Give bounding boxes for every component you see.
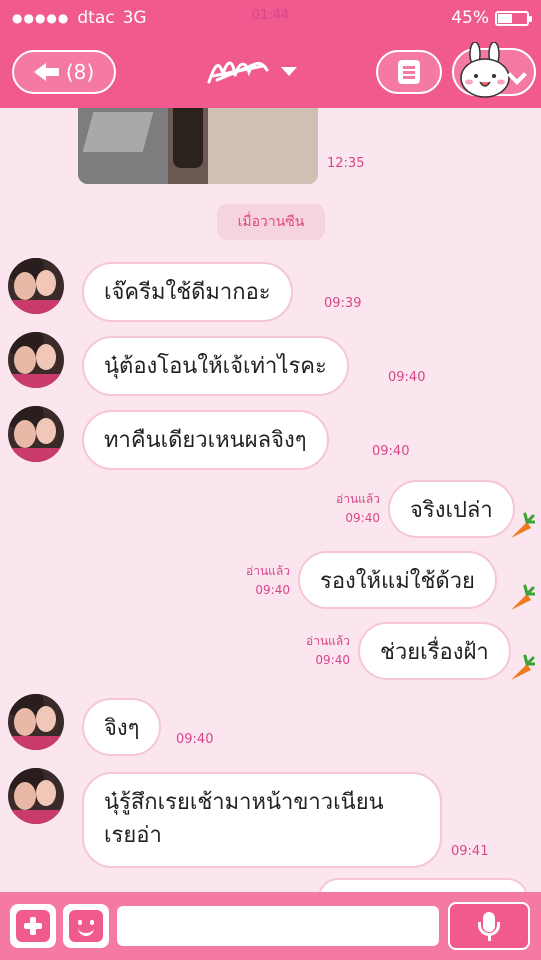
message-bubble[interactable]: ช่วยเรื่องฝ้า [358,622,511,680]
photo-message[interactable] [78,108,318,184]
message-bubble[interactable]: รองให้แม่ใช้ด้วย [298,551,497,609]
read-receipt: อ่านแล้ว 09:40 [288,632,350,670]
status-bar: ●●●●● dtac 3G 01:44 45% [0,0,541,36]
message-time: 09:41 [451,844,489,859]
menu-icon [398,60,420,84]
message-list[interactable]: 12:35 เมื่อวานซืน เจ๊ครีมใช้ดีมากอะ 09:3… [0,108,541,892]
avatar[interactable] [8,332,64,388]
unread-count: (8) [65,60,95,84]
message-time: 09:40 [372,444,410,459]
message-bubble[interactable]: ทาคืนเดียวเหนผลจิงๆ [82,410,329,470]
date-separator: เมื่อวานซืน [217,204,325,240]
battery-icon [495,10,532,26]
message-bubble[interactable]: จิงๆ [82,698,162,756]
avatar[interactable] [8,768,64,824]
message-time: 09:40 [255,583,290,598]
back-arrow-icon [33,62,60,82]
plus-icon [16,910,50,942]
chat-header: (8) [0,36,541,108]
read-label: อ่านแล้ว [246,564,290,578]
message-line: เรยอ่า [104,823,162,848]
input-bar [0,892,541,960]
scribbled-name [207,61,269,84]
contact-name-dropdown[interactable] [205,52,305,90]
carrot-icon [511,584,535,610]
battery-percent: 45% [451,8,489,28]
message-bubble[interactable]: นุ๋รู้สึกเรยเช้ามาหน้าขาวเนียน เรยอ่า [82,772,442,868]
read-label: อ่านแล้ว [306,634,350,648]
avatar[interactable] [8,694,64,750]
message-bubble-partial[interactable] [318,878,528,892]
read-receipt: อ่านแล้ว 09:40 [228,562,290,600]
message-time: 09:40 [315,653,350,668]
message-bubble[interactable]: เจ๊ครีมใช้ดีมากอะ [82,262,293,322]
read-receipt: อ่านแล้ว 09:40 [318,490,380,528]
read-label: อ่านแล้ว [336,492,380,506]
voice-button[interactable] [448,902,530,950]
avatar[interactable] [8,258,64,314]
message-time: 09:40 [345,511,380,526]
message-bubble[interactable]: จริงเปล่า [388,480,515,538]
message-time: 09:39 [324,296,362,311]
carrot-icon [511,654,535,680]
message-line: นุ๋รู้สึกเรยเช้ามาหน้าขาวเนียน [104,790,384,815]
add-button[interactable] [10,904,56,948]
sticker-picker-button[interactable] [63,904,109,948]
message-time: 12:35 [327,156,365,171]
bunny-avatar-icon [460,42,510,98]
message-bubble[interactable]: นุ๋ต้องโอนให้เจ้เท่าไรคะ [82,336,349,396]
smiley-icon [69,910,103,942]
carrot-icon [511,512,535,538]
chevron-down-icon [281,66,297,76]
message-time: 09:40 [388,370,426,385]
message-input[interactable] [117,906,439,946]
back-button[interactable]: (8) [12,50,116,94]
message-time: 09:40 [176,732,214,747]
avatar[interactable] [8,406,64,462]
menu-button[interactable] [376,50,442,94]
sticker-button[interactable] [452,42,536,98]
